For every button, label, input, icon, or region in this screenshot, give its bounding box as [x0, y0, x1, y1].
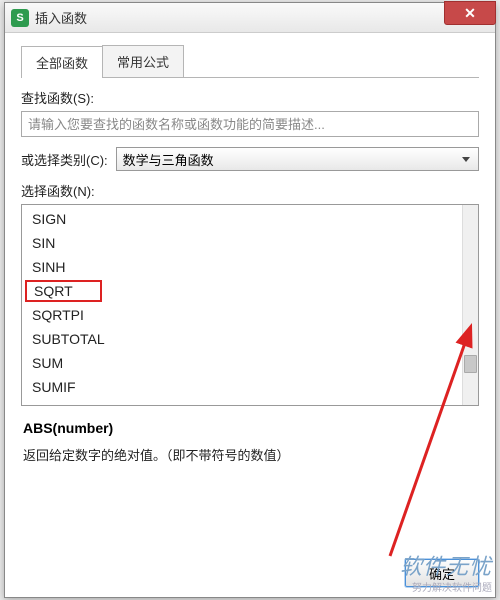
tab-all-functions[interactable]: 全部函数 — [21, 46, 103, 78]
list-item[interactable]: SQRT — [22, 279, 462, 303]
function-list-label: 选择函数(N): — [21, 181, 479, 200]
highlighted-item: SQRT — [26, 281, 101, 301]
scrollbar[interactable] — [462, 205, 478, 405]
search-input[interactable] — [21, 111, 479, 137]
dialog-footer: 确定 — [405, 559, 479, 587]
tab-common-formulas[interactable]: 常用公式 — [102, 45, 184, 77]
function-signature: ABS(number) — [23, 420, 477, 436]
function-description: 返回给定数字的绝对值。（即不带符号的数值） — [23, 446, 477, 467]
list-item[interactable]: SIGN — [22, 207, 462, 231]
dialog-body: 全部函数 常用公式 查找函数(S): 或选择类别(C): 数学与三角函数 选择函… — [5, 33, 495, 554]
category-selected-value: 数学与三角函数 — [123, 150, 214, 169]
list-item[interactable]: SUBTOTAL — [22, 327, 462, 351]
ok-button[interactable]: 确定 — [405, 559, 479, 587]
close-icon: ✕ — [464, 5, 476, 22]
function-listbox[interactable]: SIGNSINSINHSQRTSQRTPISUBTOTALSUMSUMIF — [21, 204, 479, 406]
list-item[interactable]: SUM — [22, 351, 462, 375]
description-area: ABS(number) 返回给定数字的绝对值。（即不带符号的数值） — [21, 414, 479, 544]
category-row: 或选择类别(C): 数学与三角函数 — [21, 147, 479, 171]
titlebar: S 插入函数 ✕ — [5, 3, 495, 33]
category-label: 或选择类别(C): — [21, 150, 108, 169]
search-label: 查找函数(S): — [21, 88, 479, 107]
app-icon: S — [11, 9, 29, 27]
list-item[interactable]: SIN — [22, 231, 462, 255]
close-button[interactable]: ✕ — [444, 1, 496, 25]
tab-bar: 全部函数 常用公式 — [21, 45, 479, 78]
list-item[interactable]: SQRTPI — [22, 303, 462, 327]
insert-function-dialog: S 插入函数 ✕ 全部函数 常用公式 查找函数(S): 或选择类别(C): 数学… — [4, 2, 496, 598]
list-item[interactable]: SUMIF — [22, 375, 462, 399]
category-select[interactable]: 数学与三角函数 — [116, 147, 479, 171]
list-item[interactable]: SINH — [22, 255, 462, 279]
scroll-thumb[interactable] — [464, 355, 477, 373]
window-title: 插入函数 — [35, 8, 87, 27]
